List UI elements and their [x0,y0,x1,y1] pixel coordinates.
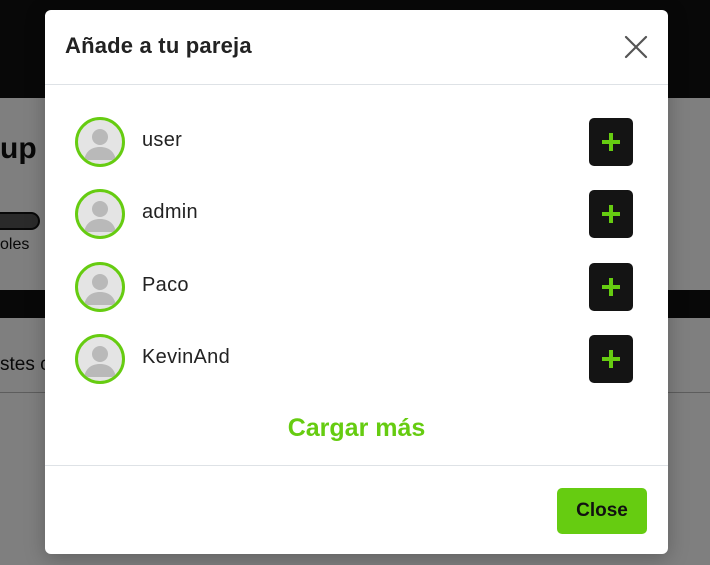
modal-footer: Close [45,465,668,554]
add-partner-modal: Añade a tu pareja user admin Paco KevinA… [45,10,668,554]
add-user-button[interactable] [589,263,633,311]
list-item: KevinAnd [75,334,635,386]
user-name: admin [142,201,198,223]
user-silhouette-icon [84,274,116,305]
list-item: admin [75,189,635,241]
plus-icon [602,350,620,368]
close-button[interactable]: Close [557,488,647,534]
user-name: Paco [142,274,189,296]
add-user-button[interactable] [589,335,633,383]
user-silhouette-icon [84,201,116,232]
load-more-link[interactable]: Cargar más [45,414,668,443]
avatar [75,189,125,239]
list-item: user [75,117,635,169]
add-user-button[interactable] [589,118,633,166]
avatar [75,262,125,312]
avatar [75,334,125,384]
plus-icon [602,205,620,223]
add-user-button[interactable] [589,190,633,238]
modal-header: Añade a tu pareja [45,10,668,85]
list-item: Paco [75,262,635,314]
close-icon[interactable] [623,34,649,60]
modal-title: Añade a tu pareja [65,33,252,58]
user-name: KevinAnd [142,346,231,368]
avatar [75,117,125,167]
user-name: user [142,129,183,151]
plus-icon [602,133,620,151]
user-silhouette-icon [84,129,116,160]
user-silhouette-icon [84,346,116,377]
plus-icon [602,278,620,296]
